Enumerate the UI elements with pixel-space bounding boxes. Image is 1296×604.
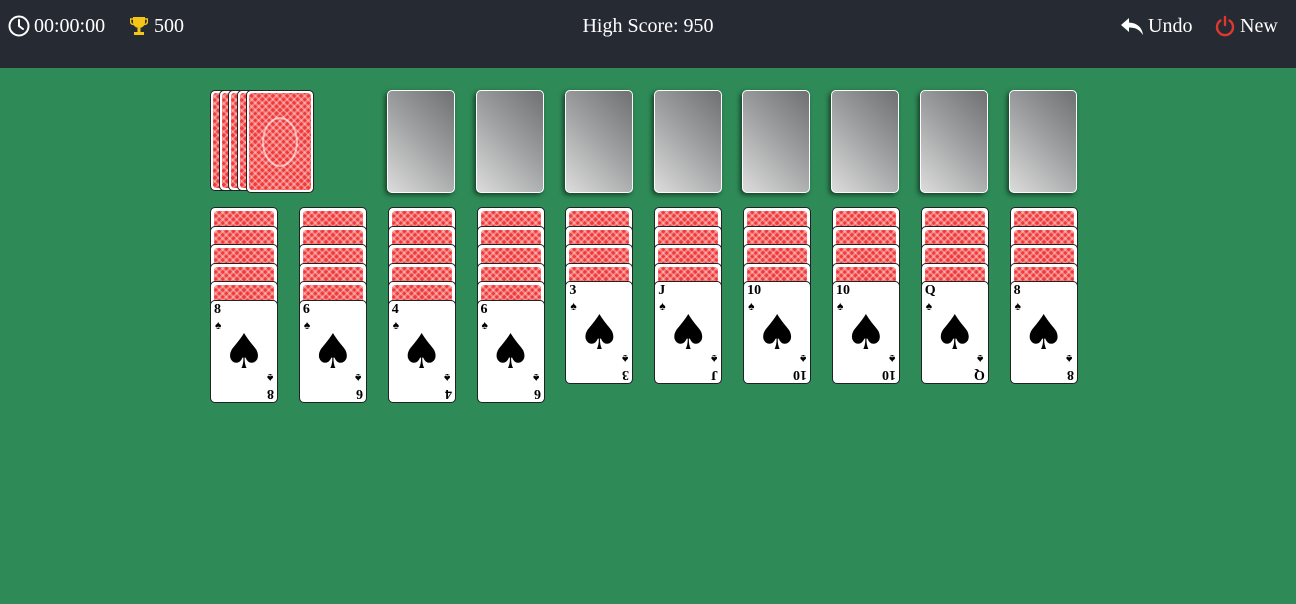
card-rank: 3 bbox=[622, 367, 630, 382]
spade-icon: ♠ bbox=[489, 323, 533, 380]
top-bar: 00:00:00 500 High Score: 950 Undo New bbox=[0, 0, 1296, 68]
spade-icon: ♠ bbox=[933, 304, 977, 361]
card-suit: ♠ bbox=[925, 299, 933, 313]
card-suit: ♠ bbox=[392, 318, 400, 332]
card-suit: ♠ bbox=[710, 352, 718, 366]
spade-icon: ♠ bbox=[666, 304, 710, 361]
stock-pile[interactable] bbox=[210, 90, 316, 193]
card-rank: J bbox=[711, 367, 719, 382]
timer: 00:00:00 bbox=[8, 13, 105, 39]
card-rank: Q bbox=[924, 283, 936, 298]
clock-icon bbox=[8, 15, 30, 37]
card-rank: 10 bbox=[835, 283, 850, 298]
face-up-card[interactable]: 3 ♠ ♠ ♠ 3 bbox=[565, 281, 634, 384]
score: 500 bbox=[130, 13, 184, 39]
card-suit: ♠ bbox=[303, 318, 311, 332]
card-rank: 4 bbox=[444, 386, 452, 401]
card-rank: 10 bbox=[881, 367, 896, 382]
tableau-column: 8 ♠ ♠ ♠ 8 bbox=[1009, 207, 1078, 407]
undo-label: Undo bbox=[1148, 14, 1193, 37]
foundation-slot bbox=[1008, 90, 1077, 193]
timer-value: 00:00:00 bbox=[34, 14, 106, 37]
undo-button[interactable]: Undo bbox=[1120, 13, 1192, 39]
face-up-card[interactable]: 4 ♠ ♠ ♠ 4 bbox=[387, 300, 456, 403]
tableau-column: Q ♠ ♠ ♠ Q bbox=[920, 207, 989, 407]
face-up-card[interactable]: 10 ♠ ♠ ♠ 10 bbox=[831, 281, 900, 384]
spade-icon: ♠ bbox=[844, 304, 888, 361]
foundation-slot bbox=[742, 90, 811, 193]
foundation-slot bbox=[475, 90, 544, 193]
spade-icon: ♠ bbox=[400, 323, 444, 380]
new-game-button[interactable]: New bbox=[1214, 13, 1278, 39]
card-rank: 8 bbox=[1066, 367, 1074, 382]
spade-icon: ♠ bbox=[577, 304, 621, 361]
high-score: High Score: 950 bbox=[582, 14, 714, 37]
spade-icon: ♠ bbox=[1022, 304, 1066, 361]
face-up-card[interactable]: 6 ♠ ♠ ♠ 6 bbox=[298, 300, 367, 403]
card-rank: 6 bbox=[533, 386, 541, 401]
card-suit: ♠ bbox=[444, 371, 451, 385]
trophy-icon bbox=[130, 17, 148, 35]
card-suit: ♠ bbox=[888, 352, 895, 366]
card-rank: 10 bbox=[793, 367, 808, 382]
card-suit: ♠ bbox=[622, 352, 629, 366]
face-up-card[interactable]: 8 ♠ ♠ ♠ 8 bbox=[210, 300, 278, 403]
spade-icon: ♠ bbox=[755, 304, 799, 361]
card-suit: ♠ bbox=[355, 371, 362, 385]
card-rank: 6 bbox=[355, 386, 363, 401]
card-rank: 8 bbox=[267, 386, 274, 401]
new-game-label: New bbox=[1240, 14, 1278, 37]
spade-icon: ♠ bbox=[222, 323, 266, 380]
card-rank: 8 bbox=[1013, 283, 1021, 298]
foundation-slot bbox=[653, 90, 722, 193]
score-value: 500 bbox=[154, 14, 184, 37]
stock-card-back[interactable] bbox=[246, 90, 314, 193]
card-back-pattern bbox=[249, 93, 311, 190]
card-rank: 3 bbox=[569, 283, 577, 298]
card-suit: ♠ bbox=[533, 371, 540, 385]
card-suit: ♠ bbox=[748, 299, 755, 313]
foundation-slot bbox=[387, 90, 455, 193]
card-suit: ♠ bbox=[215, 318, 222, 332]
card-rank: J bbox=[658, 283, 666, 298]
foundation-slot bbox=[564, 90, 633, 193]
card-suit: ♠ bbox=[799, 352, 807, 366]
tableau-column: 10 ♠ ♠ ♠ 10 bbox=[743, 207, 812, 407]
foundation-slot bbox=[831, 90, 900, 193]
face-up-card[interactable]: 10 ♠ ♠ ♠ 10 bbox=[743, 281, 812, 384]
spade-icon: ♠ bbox=[311, 323, 355, 380]
card-suit: ♠ bbox=[659, 299, 666, 313]
card-rank: 4 bbox=[391, 302, 399, 317]
foundation-slot bbox=[920, 90, 989, 193]
card-suit: ♠ bbox=[266, 371, 273, 385]
card-back-ornament bbox=[262, 116, 298, 167]
card-suit: ♠ bbox=[1066, 352, 1073, 366]
card-rank: 8 bbox=[214, 302, 221, 317]
card-rank: 6 bbox=[302, 302, 310, 317]
card-suit: ♠ bbox=[481, 318, 488, 332]
tableau-column: 10 ♠ ♠ ♠ 10 bbox=[831, 207, 900, 407]
tableau-column: 4 ♠ ♠ ♠ 4 bbox=[387, 207, 456, 407]
face-up-card[interactable]: Q ♠ ♠ ♠ Q bbox=[920, 281, 989, 384]
card-suit: ♠ bbox=[1014, 299, 1022, 313]
card-rank: 6 bbox=[480, 302, 488, 317]
card-suit: ♠ bbox=[836, 299, 844, 313]
undo-arrow-icon bbox=[1121, 18, 1143, 35]
power-icon bbox=[1215, 15, 1235, 37]
face-up-card[interactable]: 6 ♠ ♠ ♠ 6 bbox=[476, 300, 545, 403]
card-rank: 10 bbox=[747, 283, 762, 298]
card-suit: ♠ bbox=[977, 352, 984, 366]
tableau-column: 6 ♠ ♠ ♠ 6 bbox=[298, 207, 367, 407]
tableau-column: 8 ♠ ♠ ♠ 8 bbox=[210, 207, 278, 407]
card-rank: Q bbox=[973, 367, 985, 382]
tableau-column: 6 ♠ ♠ ♠ 6 bbox=[476, 207, 545, 407]
tableau-column: J ♠ ♠ ♠ J bbox=[654, 207, 723, 407]
face-up-card[interactable]: 8 ♠ ♠ ♠ 8 bbox=[1009, 281, 1078, 384]
face-up-card[interactable]: J ♠ ♠ ♠ J bbox=[654, 281, 723, 384]
card-suit: ♠ bbox=[570, 299, 577, 313]
tableau-column: 3 ♠ ♠ ♠ 3 bbox=[565, 207, 634, 407]
